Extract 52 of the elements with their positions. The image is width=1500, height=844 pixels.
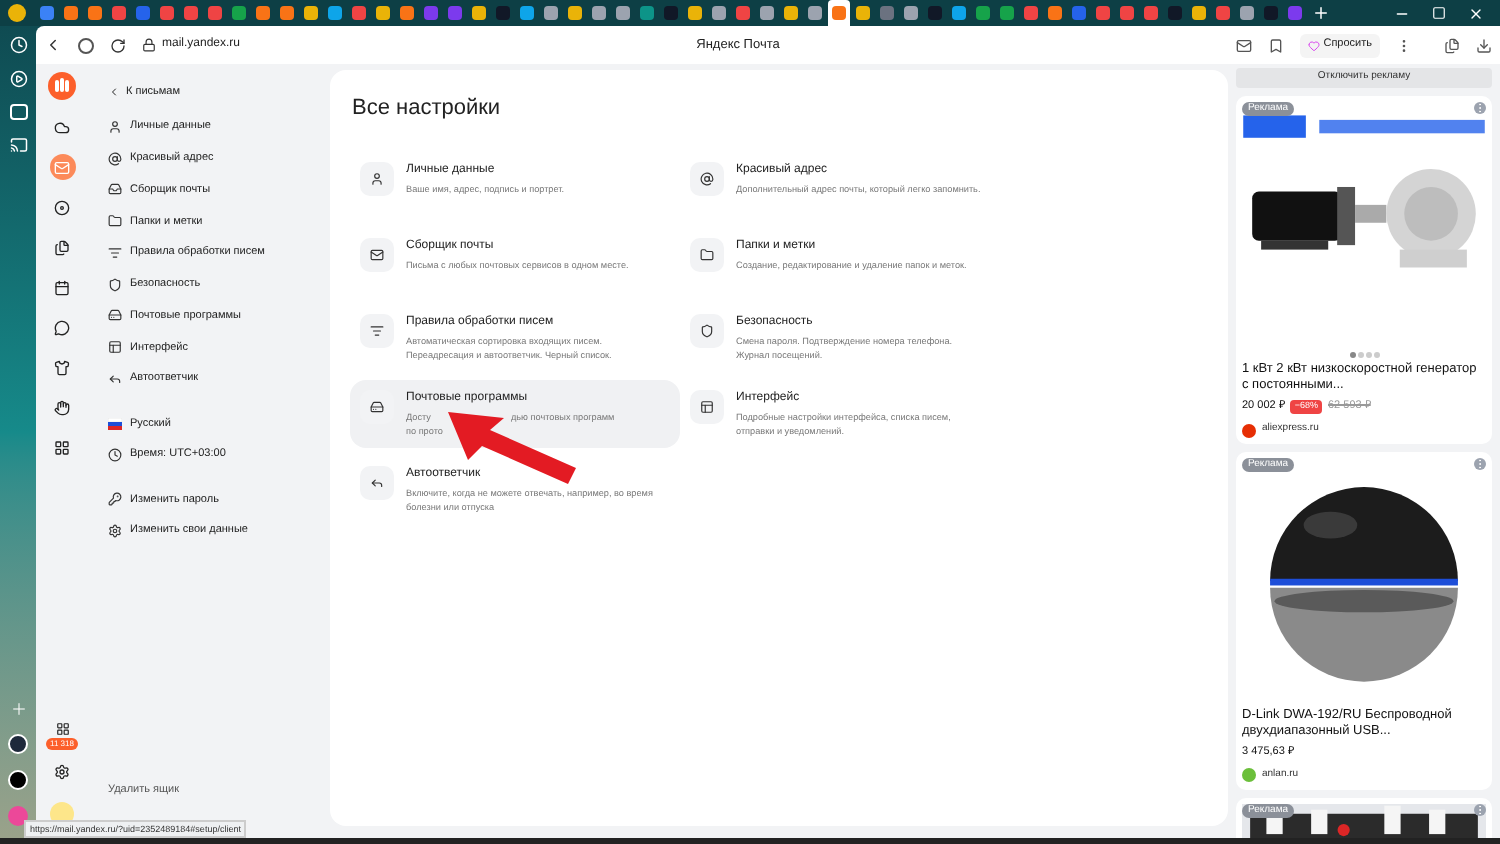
shield-icon <box>108 277 122 292</box>
settings-icon[interactable] <box>54 764 70 780</box>
filter-icon <box>370 323 384 337</box>
at-sign-icon <box>108 151 122 166</box>
folder-icon <box>108 214 122 229</box>
flag-icon <box>108 417 122 430</box>
reply-icon <box>370 475 384 489</box>
maximize-icon[interactable] <box>1432 6 1446 20</box>
lock-icon <box>142 38 156 52</box>
heart-icon <box>1307 39 1320 51</box>
drive-icon <box>370 399 384 413</box>
cast-icon[interactable] <box>9 136 27 154</box>
chevron-icon <box>108 86 120 99</box>
shield-icon <box>700 323 714 337</box>
clock-icon <box>108 447 122 462</box>
bookmark-icon[interactable] <box>1267 37 1284 53</box>
close-icon[interactable] <box>1468 5 1484 21</box>
user-icon <box>108 119 122 134</box>
hand-icon <box>54 399 70 415</box>
download-icon[interactable] <box>1476 37 1492 53</box>
layout-icon <box>700 399 714 413</box>
widget-icon[interactable] <box>9 104 27 120</box>
files-icon <box>54 239 70 255</box>
calendar-icon <box>54 279 70 295</box>
layout-icon <box>108 340 122 355</box>
play-icon[interactable] <box>9 70 27 88</box>
at-sign-icon <box>700 171 714 185</box>
key-icon <box>108 492 122 507</box>
new-tab-icon[interactable] <box>1312 4 1330 22</box>
browser-logo-icon[interactable] <box>8 4 26 22</box>
drive-icon <box>108 308 122 323</box>
mail-icon <box>54 159 70 175</box>
collections-icon[interactable] <box>1444 37 1460 53</box>
disk-icon <box>54 199 70 215</box>
reply-icon <box>108 371 122 386</box>
envelope-icon <box>370 247 384 261</box>
browser-tab[interactable] <box>828 0 850 26</box>
clock-icon[interactable] <box>9 36 27 54</box>
apps-icon <box>54 439 70 455</box>
reload-icon[interactable] <box>110 37 126 53</box>
shirt-icon <box>54 359 70 375</box>
filter-icon <box>108 245 122 260</box>
envelope-icon[interactable] <box>1235 37 1252 53</box>
folder-icon <box>700 247 714 261</box>
settings-icon <box>108 523 122 538</box>
back-icon[interactable] <box>44 36 62 54</box>
cloud-icon <box>54 119 70 135</box>
user-icon <box>370 171 384 185</box>
page-heading: Все настройки <box>352 94 503 124</box>
chat-icon <box>54 319 70 335</box>
inbox-icon <box>108 182 122 197</box>
logo-icon[interactable] <box>48 72 76 100</box>
